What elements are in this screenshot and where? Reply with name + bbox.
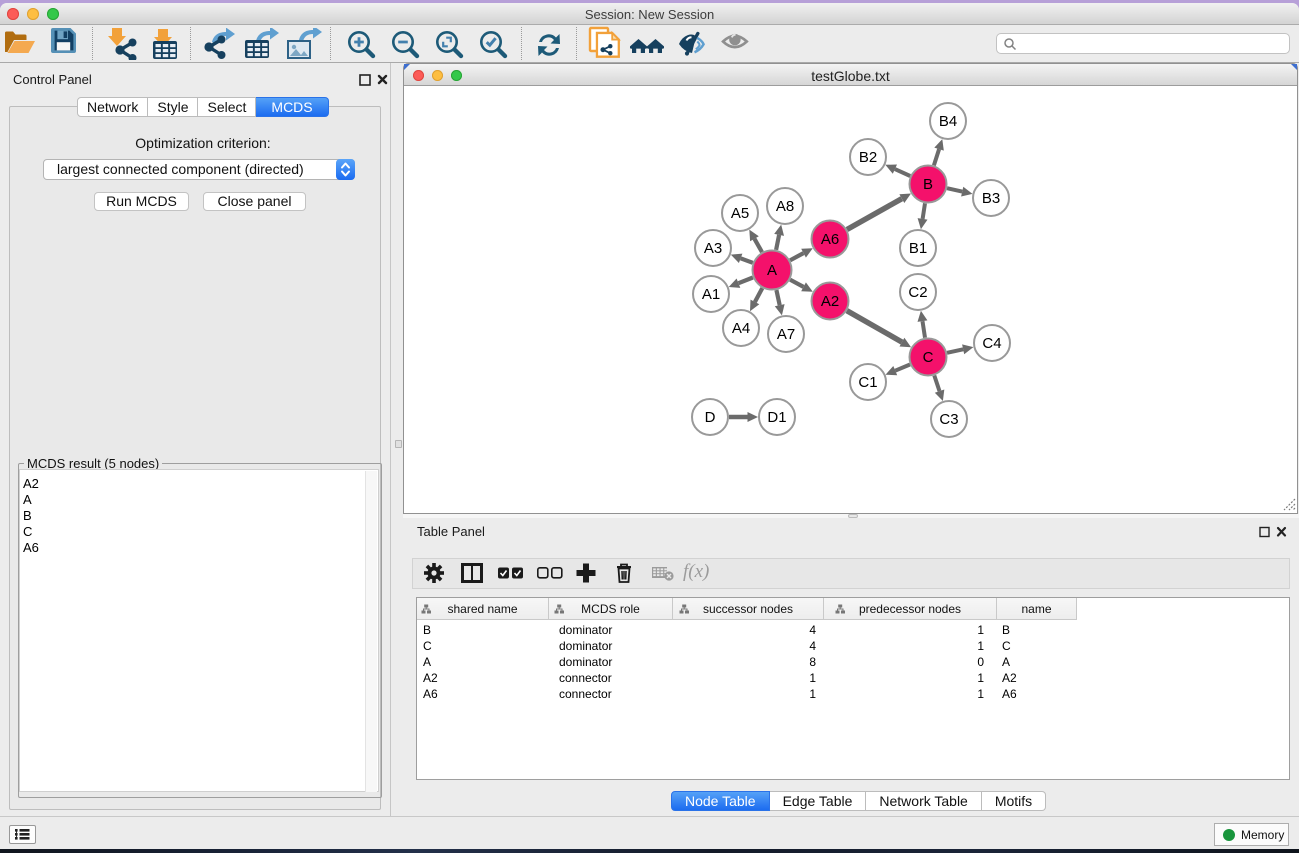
svg-text:A6: A6 — [821, 231, 839, 248]
svg-text:A3: A3 — [704, 240, 722, 257]
svg-text:B: B — [923, 176, 933, 193]
svg-text:D: D — [705, 409, 716, 426]
svg-text:C2: C2 — [908, 284, 927, 301]
svg-text:D1: D1 — [767, 409, 786, 426]
svg-text:C3: C3 — [939, 411, 958, 428]
svg-text:C: C — [923, 349, 934, 366]
svg-text:A: A — [767, 262, 777, 279]
svg-text:B3: B3 — [982, 190, 1000, 207]
svg-text:A2: A2 — [821, 293, 839, 310]
svg-text:B1: B1 — [909, 240, 927, 257]
svg-text:B4: B4 — [939, 113, 957, 130]
svg-text:A5: A5 — [731, 205, 749, 222]
svg-text:B2: B2 — [859, 149, 877, 166]
svg-text:C4: C4 — [982, 335, 1001, 352]
svg-text:A4: A4 — [732, 320, 750, 337]
svg-text:A1: A1 — [702, 286, 720, 303]
svg-text:C1: C1 — [858, 374, 877, 391]
svg-text:A7: A7 — [777, 326, 795, 343]
svg-text:A8: A8 — [776, 198, 794, 215]
